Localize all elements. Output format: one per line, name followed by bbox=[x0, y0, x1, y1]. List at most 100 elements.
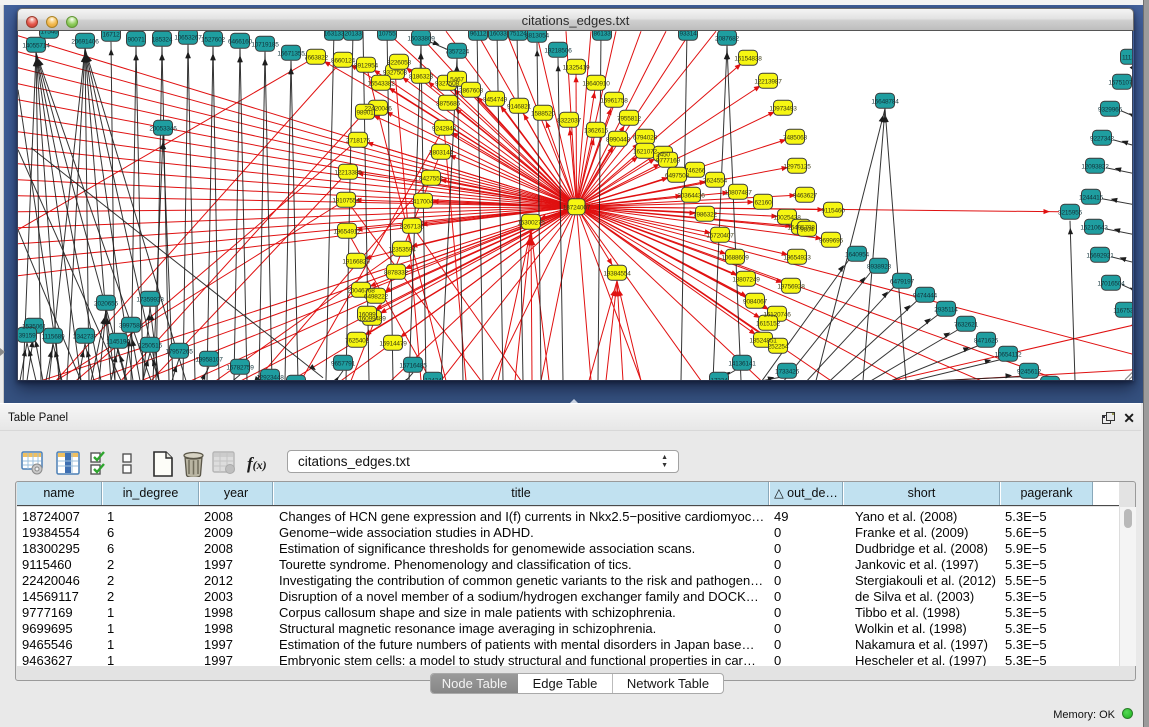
svg-text:2867608: 2867608 bbox=[459, 87, 483, 94]
svg-text:7632621: 7632621 bbox=[954, 321, 978, 328]
svg-text:8471626: 8471626 bbox=[974, 337, 998, 344]
svg-text:9327503: 9327503 bbox=[383, 69, 407, 76]
svg-text:16543382: 16543382 bbox=[367, 80, 395, 87]
svg-text:16210643: 16210643 bbox=[1080, 224, 1108, 231]
svg-text:12093822: 12093822 bbox=[1081, 163, 1109, 170]
svg-text:1733426: 1733426 bbox=[775, 368, 799, 375]
svg-text:8267130: 8267130 bbox=[400, 223, 424, 230]
svg-text:6498222: 6498222 bbox=[364, 293, 388, 300]
svg-text:12975125: 12975125 bbox=[783, 163, 811, 170]
svg-text:8454749: 8454749 bbox=[483, 96, 507, 103]
svg-text:9245612: 9245612 bbox=[1017, 368, 1041, 375]
svg-text:20133: 20133 bbox=[344, 31, 362, 37]
svg-text:19654923: 19654923 bbox=[783, 254, 811, 261]
svg-text:1244415: 1244415 bbox=[1079, 194, 1103, 201]
svg-text:8660124: 8660124 bbox=[331, 57, 355, 64]
svg-text:2803144: 2803144 bbox=[429, 149, 453, 156]
svg-text:7357224: 7357224 bbox=[445, 48, 469, 55]
svg-text:1362615: 1362615 bbox=[584, 127, 608, 134]
svg-text:18807249: 18807249 bbox=[732, 276, 760, 283]
svg-text:20691406: 20691406 bbox=[71, 38, 99, 45]
svg-text:15300275: 15300275 bbox=[517, 219, 545, 226]
svg-text:8322037: 8322037 bbox=[557, 117, 581, 124]
svg-text:10973493: 10973493 bbox=[769, 105, 797, 112]
svg-text:17546: 17546 bbox=[40, 31, 58, 35]
svg-text:20364436: 20364436 bbox=[677, 192, 705, 199]
svg-text:3624554: 3624554 bbox=[703, 177, 727, 184]
svg-text:9804: 9804 bbox=[800, 226, 814, 233]
svg-text:12213389: 12213389 bbox=[334, 169, 362, 176]
svg-text:16120746: 16120746 bbox=[763, 311, 791, 318]
svg-text:1250515: 1250515 bbox=[138, 342, 162, 349]
svg-text:18724007: 18724007 bbox=[563, 204, 591, 211]
svg-text:16648784: 16648784 bbox=[871, 98, 899, 105]
svg-text:9146821: 9146821 bbox=[507, 103, 531, 110]
svg-text:10025438: 10025438 bbox=[773, 214, 801, 221]
svg-text:15692921: 15692921 bbox=[1086, 252, 1114, 259]
svg-text:10807487: 10807487 bbox=[724, 189, 752, 196]
svg-text:7663822: 7663822 bbox=[304, 54, 328, 61]
svg-text:2342737: 2342737 bbox=[73, 333, 97, 340]
svg-text:252254: 252254 bbox=[768, 343, 789, 350]
svg-text:7986322: 7986322 bbox=[693, 211, 717, 218]
svg-text:10688609: 10688609 bbox=[721, 254, 749, 261]
svg-text:8938923: 8938923 bbox=[867, 263, 891, 270]
svg-text:9084067: 9084067 bbox=[743, 298, 767, 305]
svg-text:17334: 17334 bbox=[710, 377, 728, 381]
svg-text:62160: 62160 bbox=[754, 199, 772, 206]
svg-text:12353594: 12353594 bbox=[388, 246, 416, 253]
svg-text:98901: 98901 bbox=[356, 109, 374, 116]
svg-text:6497508: 6497508 bbox=[665, 172, 689, 179]
svg-text:2020655: 2020655 bbox=[94, 300, 118, 307]
svg-text:9242848: 9242848 bbox=[432, 125, 456, 132]
svg-text:417004: 417004 bbox=[413, 198, 434, 205]
svg-text:16099: 16099 bbox=[358, 311, 376, 318]
svg-text:1167534: 1167534 bbox=[1113, 307, 1133, 314]
svg-text:16033809: 16033809 bbox=[407, 35, 435, 42]
svg-text:15751074: 15751074 bbox=[1108, 79, 1133, 86]
svg-text:16961758: 16961758 bbox=[600, 97, 628, 104]
svg-text:7955812: 7955812 bbox=[617, 115, 641, 122]
svg-text:16782759: 16782759 bbox=[226, 364, 254, 371]
svg-text:12434: 12434 bbox=[424, 377, 442, 381]
svg-text:7485063: 7485063 bbox=[783, 134, 807, 141]
svg-text:12213987: 12213987 bbox=[754, 78, 782, 85]
svg-text:96112: 96112 bbox=[470, 31, 487, 37]
svg-text:8813054: 8813054 bbox=[525, 32, 549, 39]
svg-text:8912954: 8912954 bbox=[354, 62, 378, 69]
svg-text:8427552: 8427552 bbox=[419, 175, 443, 182]
svg-text:163133: 163133 bbox=[324, 31, 345, 37]
svg-text:3875685: 3875685 bbox=[436, 100, 460, 107]
svg-text:19756928: 19756928 bbox=[777, 283, 805, 290]
svg-text:1527602: 1527602 bbox=[201, 36, 225, 43]
svg-text:20053346: 20053346 bbox=[149, 125, 177, 132]
svg-text:75124: 75124 bbox=[509, 31, 527, 37]
svg-text:19166829: 19166829 bbox=[342, 258, 370, 265]
svg-text:16154838: 16154838 bbox=[734, 55, 762, 62]
svg-text:2718176: 2718176 bbox=[346, 137, 370, 144]
svg-text:17957265: 17957265 bbox=[165, 348, 193, 355]
svg-text:8878332: 8878332 bbox=[384, 269, 408, 276]
svg-text:124: 124 bbox=[291, 380, 302, 381]
svg-text:10654112: 10654112 bbox=[995, 351, 1022, 358]
svg-text:18107554: 18107554 bbox=[332, 197, 360, 204]
svg-text:16671355: 16671355 bbox=[277, 50, 305, 57]
svg-text:14055714: 14055714 bbox=[22, 42, 50, 49]
svg-text:1640954: 1640954 bbox=[845, 251, 869, 258]
svg-text:18640910: 18640910 bbox=[582, 80, 610, 87]
svg-text:11124: 11124 bbox=[1122, 54, 1133, 61]
svg-text:6466160: 6466160 bbox=[228, 38, 252, 45]
svg-text:17359928: 17359928 bbox=[136, 296, 164, 303]
svg-text:19384554: 19384554 bbox=[603, 270, 631, 277]
svg-text:9474444: 9474444 bbox=[913, 292, 937, 299]
svg-text:19218506: 19218506 bbox=[544, 47, 572, 54]
svg-text:16033: 16033 bbox=[489, 31, 507, 37]
svg-text:5467: 5467 bbox=[450, 76, 464, 83]
svg-text:10653267: 10653267 bbox=[174, 34, 202, 41]
svg-text:2087682: 2087682 bbox=[715, 35, 739, 42]
svg-text:8990448: 8990448 bbox=[606, 136, 630, 143]
svg-text:3997588: 3997588 bbox=[119, 322, 143, 329]
svg-text:185324: 185324 bbox=[152, 36, 173, 43]
svg-text:3215955: 3215955 bbox=[1058, 209, 1082, 216]
svg-text:1145194: 1145194 bbox=[106, 338, 130, 345]
